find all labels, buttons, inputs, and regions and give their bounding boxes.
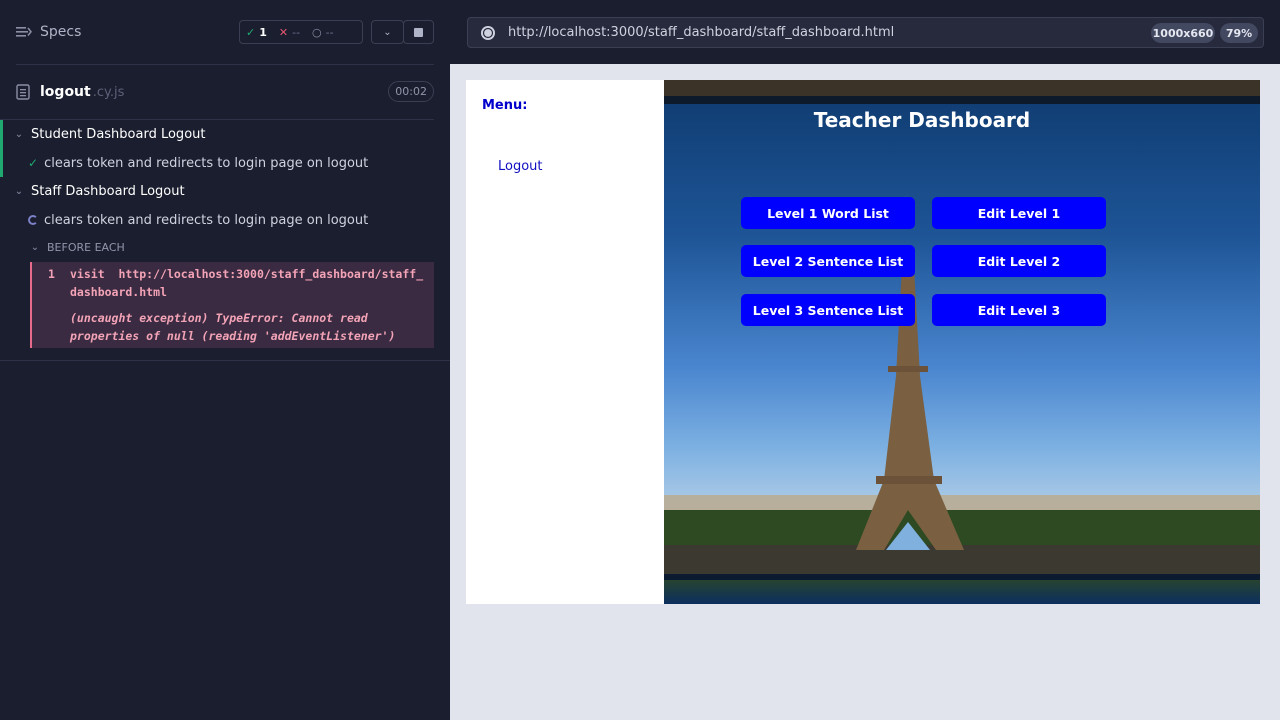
command-url-cont: dashboard.html — [70, 285, 167, 299]
failed-command[interactable]: 1 visit http://localhost:3000/staff_dash… — [30, 262, 434, 348]
dashboard-main: Teacher Dashboard Level 1 Word List Edit… — [664, 80, 1260, 604]
viewport-badge: 1000x660 — [1151, 23, 1215, 43]
edit-level-2-button[interactable]: Edit Level 2 — [932, 245, 1106, 277]
chevron-down-icon: ⌄ — [14, 185, 24, 197]
chevron-down-icon: ⌄ — [383, 26, 392, 38]
browser-header: http://localhost:3000/staff_dashboard/st… — [450, 0, 1280, 64]
test-staff-logout[interactable]: clears token and redirects to login page… — [0, 206, 450, 234]
duration-badge: 00:02 — [388, 81, 434, 102]
level-1-word-list-button[interactable]: Level 1 Word List — [741, 197, 915, 229]
chevron-down-icon: ⌄ — [14, 128, 24, 140]
suite-title: Staff Dashboard Logout — [31, 183, 185, 199]
check-icon: ✓ — [28, 156, 39, 170]
test-student-logout[interactable]: ✓ clears token and redirects to login pa… — [0, 149, 450, 177]
dashboard-title: Teacher Dashboard — [813, 108, 1031, 132]
stop-button[interactable] — [403, 20, 434, 44]
logout-link[interactable]: Logout — [498, 159, 543, 174]
hook-label: BEFORE EACH — [47, 240, 125, 254]
suite-staff-dashboard[interactable]: ⌄ Staff Dashboard Logout — [0, 177, 450, 205]
spec-file-header[interactable]: logout .cy.js 00:02 — [16, 78, 434, 106]
zoom-badge: 79% — [1220, 23, 1258, 43]
globe-icon — [481, 25, 495, 40]
eiffel-tower-background — [664, 80, 1260, 580]
command-name: visit — [70, 267, 105, 281]
pending-stat: ○ -- — [306, 26, 340, 39]
passed-stat: ✓ 1 — [240, 26, 273, 39]
test-title: clears token and redirects to login page… — [44, 155, 369, 171]
check-icon: ✓ — [246, 25, 256, 39]
level-3-sentence-list-button[interactable]: Level 3 Sentence List — [741, 294, 915, 326]
runner-panel: Specs ✓ 1 ✕ -- ○ -- ⌄ logout .cy.js 00:0… — [0, 0, 450, 720]
suite-divider — [0, 360, 450, 361]
suite-student-dashboard[interactable]: ⌄ Student Dashboard Logout — [0, 120, 450, 148]
test-title: clears token and redirects to login page… — [44, 212, 369, 228]
runner-header: Specs ✓ 1 ✕ -- ○ -- ⌄ — [0, 0, 450, 64]
command-line: visit http://localhost:3000/staff_dashbo… — [70, 265, 430, 283]
failed-count: -- — [292, 25, 301, 39]
level-2-sentence-list-button[interactable]: Level 2 Sentence List — [741, 245, 915, 277]
header-divider — [16, 64, 434, 65]
edit-level-3-button[interactable]: Edit Level 3 — [932, 294, 1106, 326]
spec-file-name: logout — [40, 84, 91, 100]
url-text: http://localhost:3000/staff_dashboard/st… — [508, 25, 895, 40]
suite-title: Student Dashboard Logout — [31, 126, 206, 142]
command-index: 1 — [48, 267, 55, 281]
edit-level-1-button[interactable]: Edit Level 1 — [932, 197, 1106, 229]
menu-heading: Menu: — [482, 98, 528, 113]
failed-stat: ✕ -- — [273, 26, 306, 39]
before-each-hook[interactable]: ⌄ BEFORE EACH — [0, 233, 450, 261]
file-icon — [16, 84, 30, 100]
cross-icon: ✕ — [278, 25, 289, 39]
chevron-down-icon: ⌄ — [30, 241, 40, 253]
specs-label: Specs — [40, 24, 82, 40]
specs-button[interactable]: Specs — [16, 24, 81, 40]
dropdown-button[interactable]: ⌄ — [371, 20, 404, 44]
command-url: http://localhost:3000/staff_dashboard/st… — [118, 267, 424, 281]
test-stats: ✓ 1 ✕ -- ○ -- — [239, 20, 363, 44]
running-spinner-icon — [28, 215, 38, 225]
error-message-2: properties of null (reading 'addEventLis… — [70, 329, 396, 343]
stop-icon — [414, 27, 423, 37]
url-bar[interactable]: http://localhost:3000/staff_dashboard/st… — [467, 17, 1264, 48]
pending-icon: ○ — [312, 25, 322, 39]
specs-list-icon — [16, 27, 32, 37]
error-message-1: (uncaught exception) TypeError: Cannot r… — [70, 311, 368, 325]
preview-panel: http://localhost:3000/staff_dashboard/st… — [450, 0, 1280, 720]
app-sidebar: Menu: Logout — [466, 80, 664, 604]
spec-file-ext: .cy.js — [92, 84, 125, 100]
app-under-test: Menu: Logout Teacher Dashboard Level 1 W… — [466, 80, 1260, 604]
passed-count: 1 — [259, 25, 267, 39]
pending-count: -- — [325, 25, 334, 39]
